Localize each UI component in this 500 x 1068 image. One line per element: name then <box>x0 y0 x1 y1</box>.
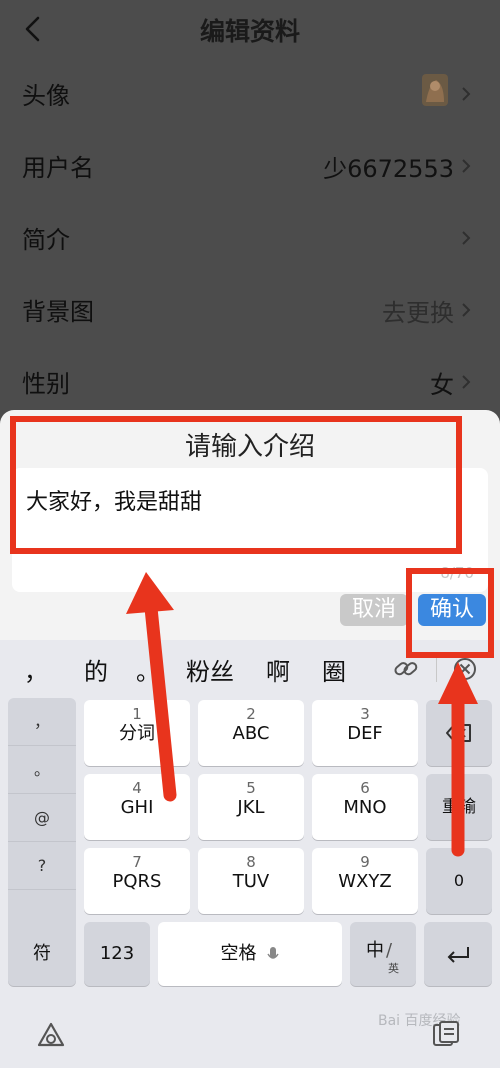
key-7[interactable]: 7 PQRS <box>84 848 190 914</box>
key-label: ABC <box>232 723 270 744</box>
chevron-right-icon <box>462 159 471 173</box>
row-intro[interactable]: 简介 <box>0 202 500 274</box>
row-username[interactable]: 用户名 少6672553 <box>0 130 500 202</box>
candidate-item[interactable]: 的 <box>84 652 108 687</box>
key-4[interactable]: 4 GHI <box>84 774 190 840</box>
key-label: 符 <box>33 943 51 964</box>
reenter-key[interactable]: 重输 <box>426 774 492 840</box>
key-label: 分词 <box>119 723 155 744</box>
key-label: 重输 <box>442 797 476 817</box>
chevron-right-icon <box>462 375 471 389</box>
key-9[interactable]: 9 WXYZ <box>312 848 418 914</box>
row-label: 头像 <box>22 82 70 110</box>
nav-bar: 编辑资料 <box>0 0 500 58</box>
key-label: 0 <box>453 871 465 890</box>
row-value: 女 <box>430 371 454 399</box>
candidate-item[interactable]: 粉丝 <box>186 652 234 687</box>
key-3[interactable]: 3 DEF <box>312 700 418 766</box>
close-circle-icon[interactable] <box>452 656 478 682</box>
symbol-key[interactable]: 符 <box>8 922 76 986</box>
link-icon[interactable] <box>392 656 420 682</box>
input-method-logo-icon[interactable] <box>36 1020 66 1050</box>
language-switch-key[interactable]: 中 / 英 <box>350 922 416 986</box>
key-label: TUV <box>232 871 270 892</box>
row-value: 少6672553 <box>323 155 454 183</box>
microphone-icon <box>266 946 279 959</box>
clipboard-icon[interactable] <box>430 1020 462 1050</box>
row-value: 去更换 <box>382 299 454 327</box>
candidate-item[interactable]: ， <box>24 652 48 687</box>
punct-key[interactable]: ， <box>8 698 76 746</box>
key-5[interactable]: 5 JKL <box>198 774 304 840</box>
key-label: 空格 <box>220 943 257 964</box>
key-6[interactable]: 6 MNO <box>312 774 418 840</box>
key-label-en: 英 <box>388 962 399 975</box>
zero-key[interactable]: 0 <box>426 848 492 914</box>
annotation-box-input <box>10 416 462 554</box>
row-label: 简介 <box>22 226 70 254</box>
key-label: PQRS <box>112 871 162 892</box>
key-1[interactable]: 1 分词 <box>84 700 190 766</box>
chevron-right-icon <box>462 303 471 317</box>
key-number: 2 <box>246 705 256 723</box>
backspace-icon <box>446 724 471 742</box>
key-number: 5 <box>246 779 256 797</box>
divider <box>436 654 437 682</box>
key-label: GHI <box>120 797 154 818</box>
key-number: 8 <box>246 853 256 871</box>
chevron-right-icon <box>462 231 471 245</box>
key-number: 7 <box>132 853 142 871</box>
backspace-key[interactable] <box>426 700 492 766</box>
cancel-button[interactable]: 取消 <box>340 594 408 626</box>
keyboard-bottom-bar: Bai 百度经验 <box>0 1008 500 1068</box>
numbers-key[interactable]: 123 <box>84 922 150 986</box>
page-title: 编辑资料 <box>199 17 300 46</box>
key-label: JKL <box>237 797 265 818</box>
annotation-box-confirm <box>406 568 494 658</box>
slash: / <box>386 940 393 961</box>
key-number: 4 <box>132 779 142 797</box>
keyboard: ， 的 。 粉丝 啊 圈 ， 。 @ ? 1 分词 2 ABC 3 DEF 4 GHI … <box>0 640 500 1068</box>
enter-icon <box>447 947 469 963</box>
row-label: 用户名 <box>22 154 94 182</box>
row-background[interactable]: 背景图 去更换 <box>0 274 500 346</box>
key-label-zh: 中 <box>366 940 384 961</box>
row-label: 背景图 <box>22 298 94 326</box>
key-label: DEF <box>347 723 383 744</box>
key-number: 3 <box>360 705 370 723</box>
punctuation-column: ， 。 @ ? <box>8 698 76 938</box>
key-8[interactable]: 8 TUV <box>198 848 304 914</box>
punct-key[interactable]: 。 <box>8 746 76 794</box>
key-label: MNO <box>343 797 387 818</box>
row-gender[interactable]: 性别 女 <box>0 346 500 418</box>
chevron-right-icon <box>462 87 471 101</box>
edit-profile-page: 编辑资料 头像 用户名 少6672553 简介 背景图 去更换 性别 女 <box>0 0 500 420</box>
candidate-item[interactable]: 啊 <box>266 652 290 687</box>
row-avatar[interactable]: 头像 <box>0 58 500 130</box>
enter-key[interactable] <box>424 922 492 986</box>
candidate-item[interactable]: 圈 <box>322 652 346 687</box>
key-number: 1 <box>132 705 142 723</box>
candidate-item[interactable]: 。 <box>136 652 160 687</box>
key-label: WXYZ <box>338 871 392 892</box>
punct-key[interactable]: ? <box>8 842 76 890</box>
avatar <box>422 74 448 106</box>
key-label: 123 <box>99 943 135 964</box>
row-label: 性别 <box>22 370 70 398</box>
key-2[interactable]: 2 ABC <box>198 700 304 766</box>
space-key[interactable]: 空格 <box>158 922 342 986</box>
punct-key[interactable]: @ <box>8 794 76 842</box>
key-number: 6 <box>360 779 370 797</box>
key-number: 9 <box>360 853 370 871</box>
